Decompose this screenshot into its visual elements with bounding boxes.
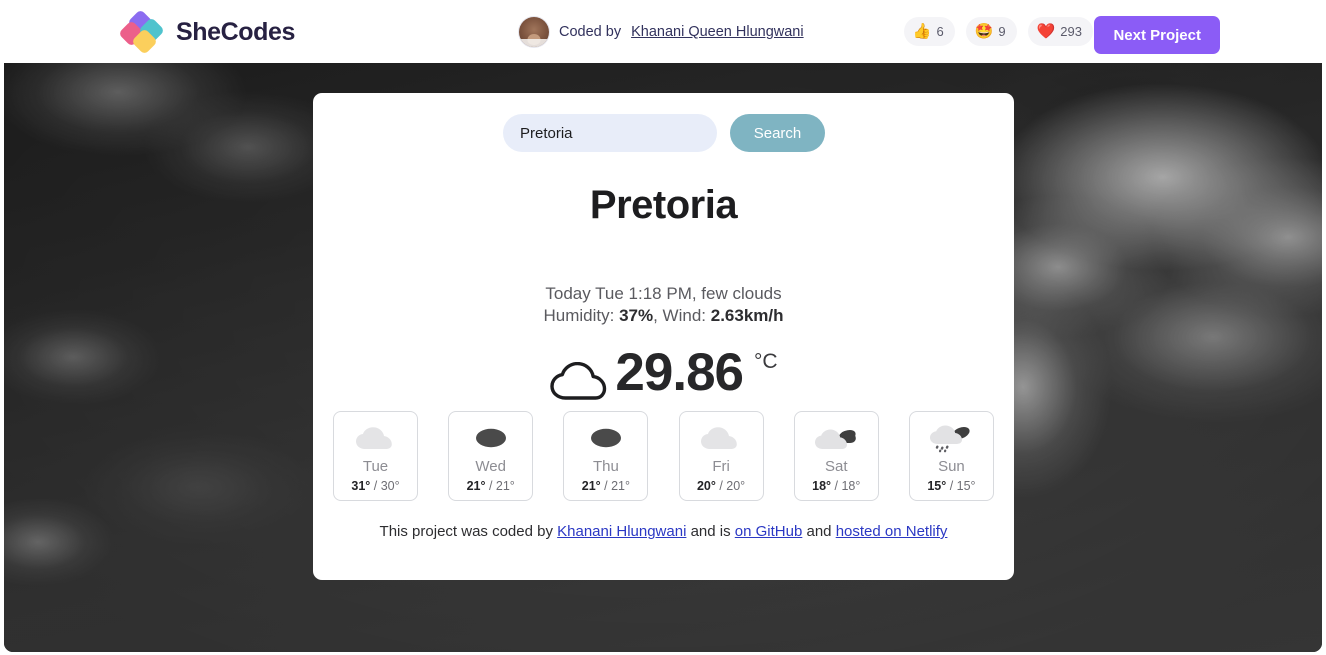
search-button[interactable]: Search <box>730 114 825 152</box>
forecast-day-label: Sat <box>824 458 848 475</box>
forecast-day-label: Thu <box>592 458 619 475</box>
forecast-card-wed[interactable]: Wed 21° / 21° <box>448 411 534 501</box>
reaction-thumbs-up[interactable]: 👍 6 <box>903 17 955 46</box>
forecast-sep: / <box>831 479 842 493</box>
condition-description: Today Tue 1:18 PM, few clouds <box>545 284 782 303</box>
cloud-outline-icon <box>549 361 609 407</box>
weather-card: Search Pretoria Today Tue 1:18 PM, few c… <box>313 93 1014 580</box>
forecast-min: 18° <box>841 479 861 493</box>
thumbs-up-emoji-icon: 👍 <box>912 23 932 40</box>
city-search-input[interactable] <box>503 114 717 152</box>
credits-text-2: and is <box>686 523 735 540</box>
forecast-min: 20° <box>726 479 746 493</box>
forecast-min: 21° <box>611 479 630 493</box>
red-heart-emoji-icon: ❤️ <box>1036 23 1056 40</box>
author-name-link[interactable]: Khanani Queen Hlungwani <box>631 24 804 40</box>
cloud-dark-solid-icon <box>469 421 513 456</box>
forecast-max: 20° <box>696 479 716 493</box>
broken-clouds-icon <box>813 421 859 456</box>
credits-text-1: This project was coded by <box>379 523 558 540</box>
coded-by-block: Coded by Khanani Queen Hlungwani <box>519 17 804 47</box>
cloud-dark-solid-icon <box>584 421 628 456</box>
app-header: SheCodes Coded by Khanani Queen Hlungwan… <box>0 0 1326 63</box>
forecast-sep: / <box>946 479 957 493</box>
star-struck-count: 9 <box>998 24 1006 39</box>
forecast-card-sat[interactable]: Sat 18° / 18° <box>793 411 879 501</box>
reaction-heart[interactable]: ❤️ 293 <box>1027 17 1093 46</box>
forecast-min: 30° <box>380 479 400 493</box>
coded-by-prefix: Coded by <box>559 24 622 40</box>
forecast-card-thu[interactable]: Thu 21° / 21° <box>563 411 649 501</box>
forecast-sep: / <box>600 479 612 493</box>
forecast-card-tue[interactable]: Tue 31° / 30° <box>333 411 418 501</box>
forecast-sep: / <box>485 479 496 493</box>
temperature-unit: °C <box>754 350 778 373</box>
forecast-day-label: Tue <box>362 458 389 475</box>
shecodes-diamond-logo-icon <box>118 9 165 55</box>
thumbs-up-count: 6 <box>936 24 944 39</box>
author-credit-link[interactable]: Khanani Hlungwani <box>557 523 686 540</box>
forecast-temps: 15° / 15° <box>927 479 975 493</box>
forecast-temps: 21° / 21° <box>467 479 515 493</box>
forecast-card-sun[interactable]: Sun 15° / 15° <box>908 411 994 501</box>
forecast-max: 15° <box>927 479 947 493</box>
forecast-sep: / <box>715 479 727 493</box>
forecast-temps: 20° / 20° <box>697 479 745 493</box>
shower-rain-icon <box>928 421 974 456</box>
forecast-row: Tue 31° / 30° Wed 21° / 21° Thu 21° / 21… <box>333 411 994 501</box>
forecast-temps: 31° / 30° <box>351 479 399 493</box>
forecast-sep: / <box>370 479 381 493</box>
humidity-wind-line: Humidity: 37%, Wind: 2.63km/h <box>313 305 1014 327</box>
city-title: Pretoria <box>589 183 738 227</box>
forecast-day-label: Wed <box>475 458 506 475</box>
brand[interactable]: SheCodes <box>118 9 296 55</box>
forecast-max: 21° <box>581 479 601 493</box>
forecast-day-label: Fri <box>712 458 730 475</box>
project-credits: This project was coded by Khanani Hlungw… <box>313 523 1014 540</box>
forecast-max: 18° <box>812 479 832 493</box>
forecast-min: 21° <box>495 479 515 493</box>
forecast-day-label: Sun <box>938 458 965 475</box>
search-row: Search <box>503 114 825 152</box>
star-struck-emoji-icon: 🤩 <box>974 23 994 40</box>
forecast-max: 31° <box>351 479 371 493</box>
forecast-max: 21° <box>466 479 486 493</box>
humidity-label: Humidity: <box>543 306 615 325</box>
next-project-button[interactable]: Next Project <box>1094 16 1220 54</box>
netlify-link[interactable]: hosted on Netlify <box>836 523 948 540</box>
wind-label: , Wind: <box>653 306 707 325</box>
temperature-value: 29.86 <box>615 343 744 402</box>
cloud-light-icon <box>699 421 743 456</box>
current-conditions: Today Tue 1:18 PM, few clouds Humidity: … <box>313 283 1014 327</box>
current-temperature-row: 29.86 °C <box>313 346 1014 407</box>
forecast-temps: 21° / 21° <box>582 479 630 493</box>
brand-name: SheCodes <box>176 17 296 46</box>
forecast-card-fri[interactable]: Fri 20° / 20° <box>678 411 764 501</box>
reaction-star-struck[interactable]: 🤩 9 <box>965 17 1017 46</box>
wind-value: 2.63km/h <box>710 306 784 325</box>
humidity-value: 37% <box>619 306 654 325</box>
cloud-light-icon <box>354 421 398 456</box>
forecast-temps: 18° / 18° <box>812 479 860 493</box>
credits-text-3: and <box>802 523 836 540</box>
heart-count: 293 <box>1060 24 1082 39</box>
github-link[interactable]: on GitHub <box>735 523 803 540</box>
reaction-bar: 👍 6 🤩 9 ❤️ 293 <box>903 17 1093 46</box>
forecast-min: 15° <box>956 479 976 493</box>
author-avatar-icon <box>519 17 549 47</box>
